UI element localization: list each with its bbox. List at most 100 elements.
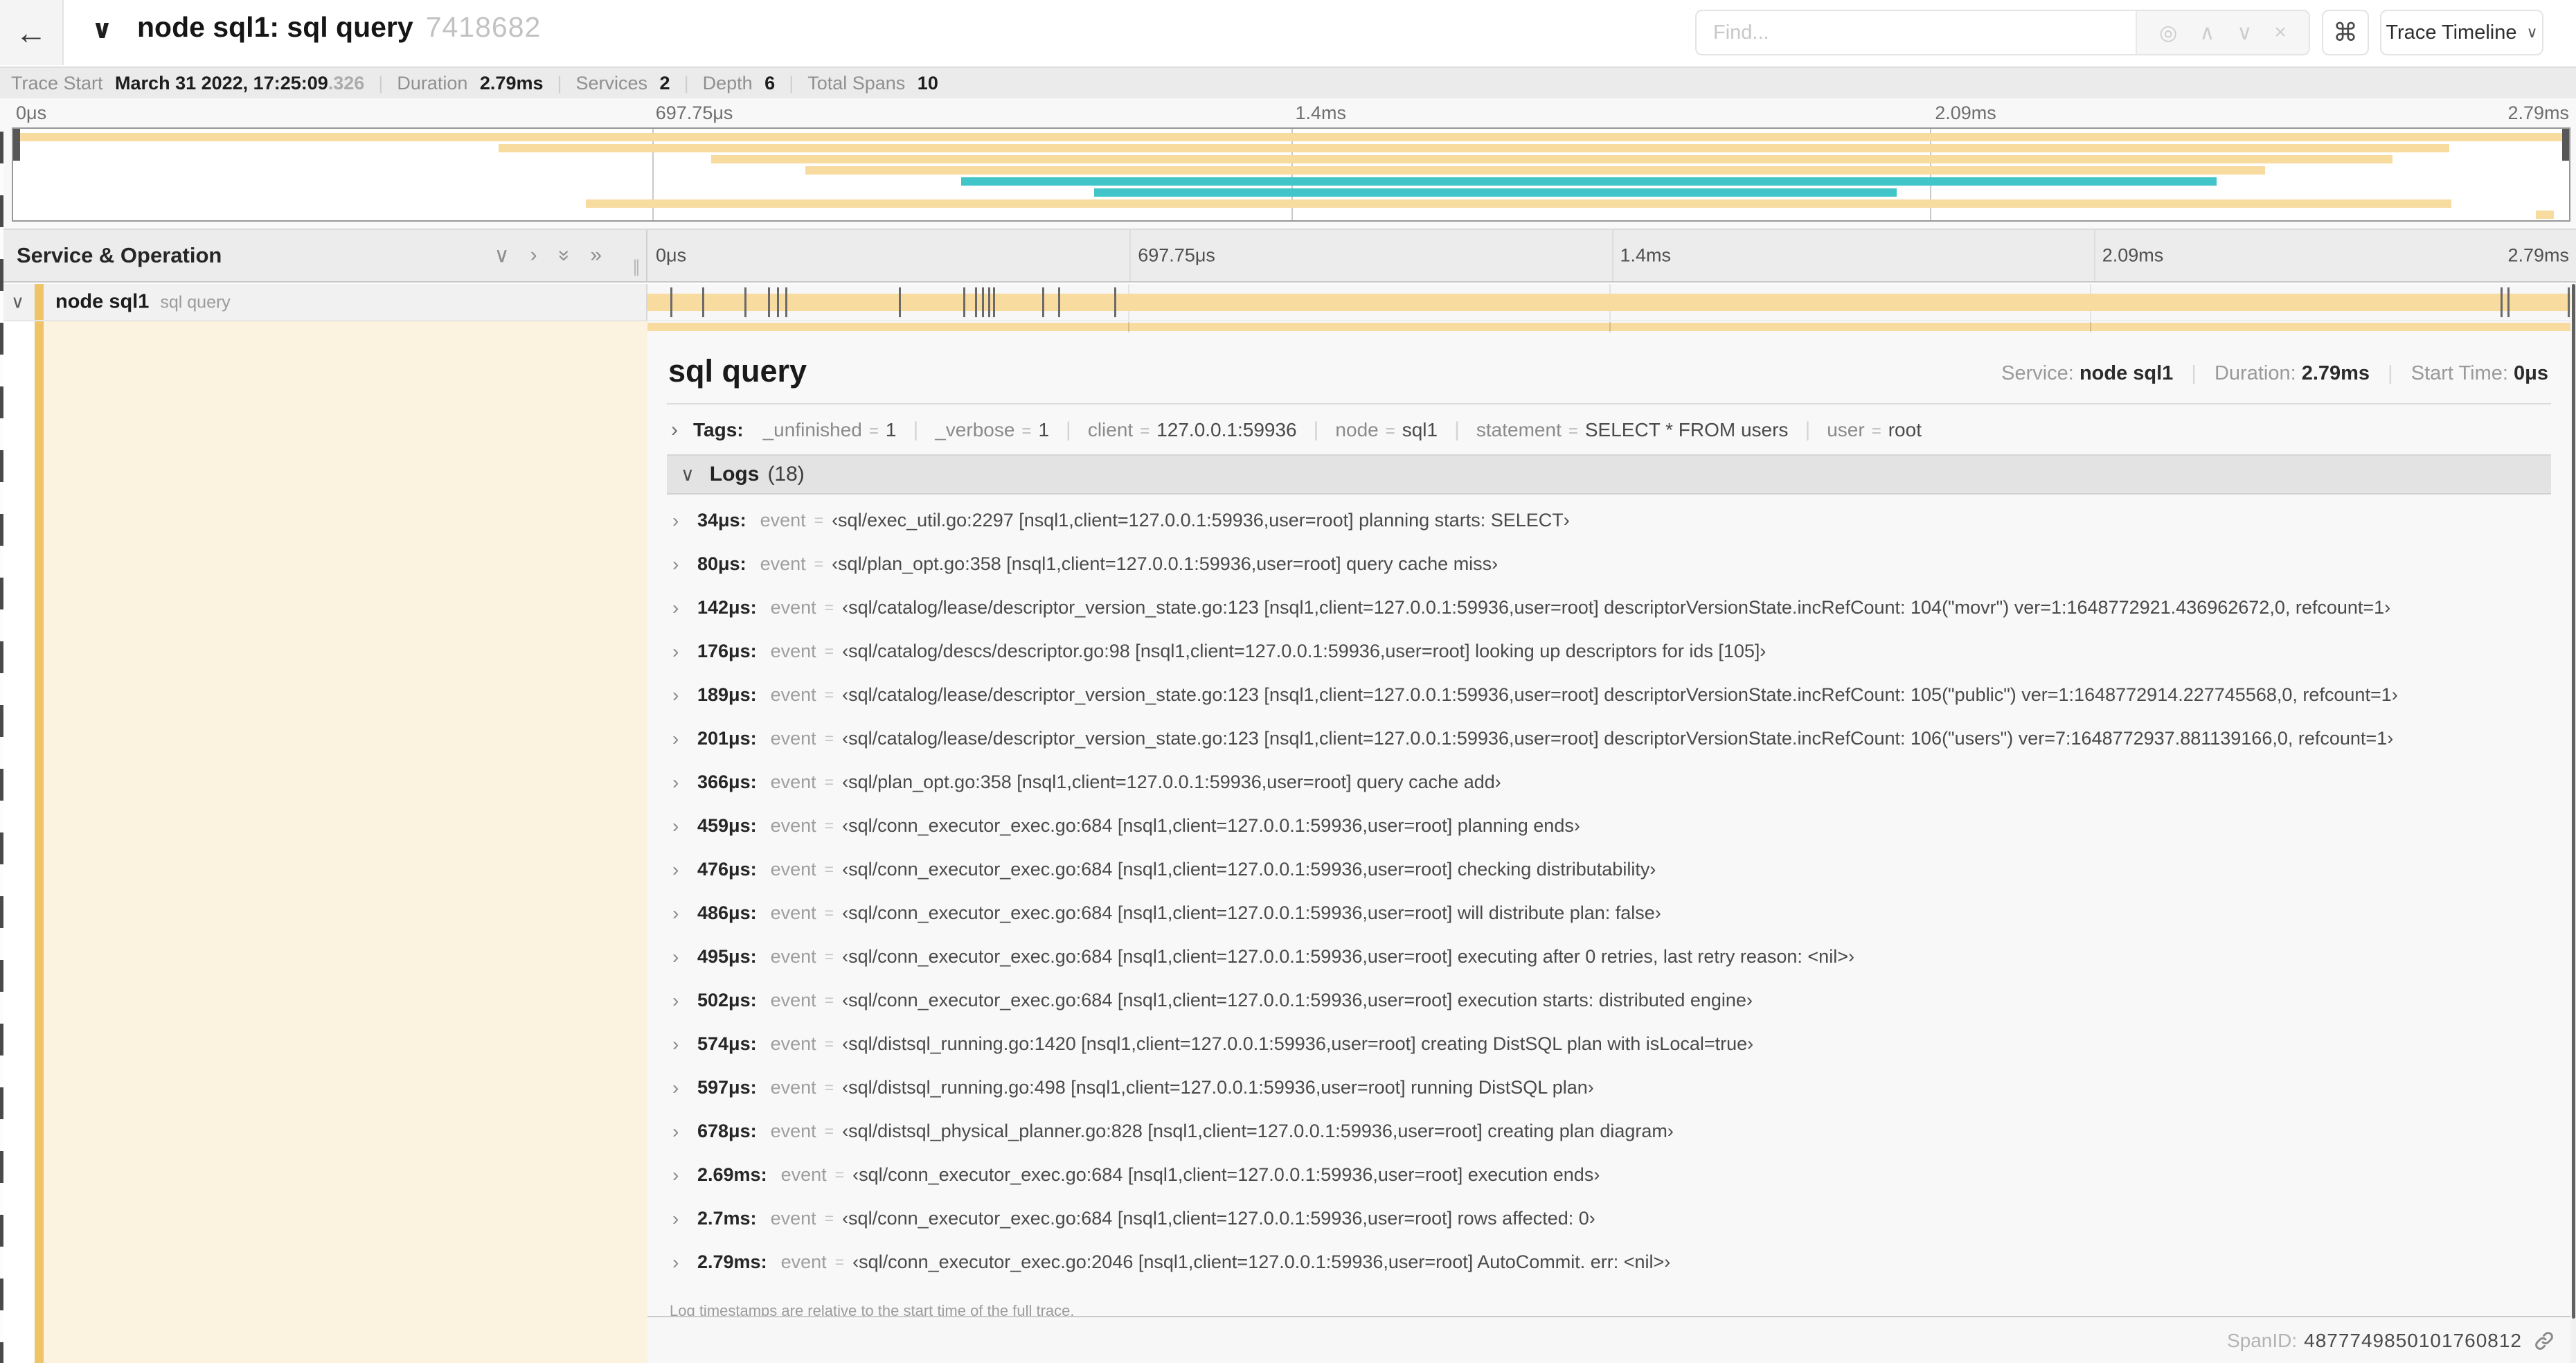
log-row[interactable]: › 366μs: event = ‹sql/plan_opt.go:358 [nsql1…: [667, 760, 2551, 804]
tag-item[interactable]: _verbose = 1: [935, 419, 1049, 440]
right-scrollbar[interactable]: [2570, 284, 2576, 1363]
double-chevron-down-icon[interactable]: »: [551, 250, 575, 262]
chevron-right-icon[interactable]: ›: [667, 1077, 697, 1099]
duration-label: Duration:: [2214, 362, 2296, 384]
tags-label: Tags:: [693, 419, 744, 440]
chevron-down-icon: ∨: [2526, 24, 2538, 41]
find-input[interactable]: [1697, 11, 2136, 54]
chevron-down-icon[interactable]: ∨: [494, 244, 510, 268]
logs-label: Logs: [709, 463, 760, 485]
axis-tick-label: 2.09ms: [1935, 103, 1996, 123]
tag-separator: |: [1805, 418, 1811, 441]
axis-tick-label: 697.75μs: [655, 103, 733, 123]
detail-area: sql query Service: node sql1 | Duration:…: [647, 321, 2570, 1363]
chevron-right-icon[interactable]: ›: [671, 418, 678, 442]
logs-count: (18): [767, 463, 805, 485]
link-icon[interactable]: [2533, 1330, 2555, 1352]
chevron-right-icon[interactable]: ›: [667, 641, 697, 663]
log-row[interactable]: › 502μs: event = ‹sql/conn_executor_exec.go:…: [667, 979, 2551, 1022]
log-row[interactable]: › 459μs: event = ‹sql/conn_executor_exec.go:…: [667, 804, 2551, 848]
chevron-down-icon[interactable]: ∨: [2237, 21, 2252, 45]
chevron-right-icon[interactable]: ›: [667, 553, 697, 576]
tag-item[interactable]: statement = SELECT * FROM users: [1476, 419, 1789, 440]
trace-view-selector[interactable]: Trace Timeline ∨: [2380, 10, 2543, 55]
tags-row[interactable]: › Tags: _unfinished = 1 | _verbose = 1 | client =…: [667, 404, 2551, 454]
minimap-span-bar: [13, 133, 2569, 141]
chevron-up-icon[interactable]: ∧: [2199, 21, 2215, 45]
keyboard-shortcuts-button[interactable]: ⌘: [2322, 10, 2369, 55]
close-icon[interactable]: ×: [2274, 21, 2287, 44]
right-scrollbar-thumb[interactable]: [2572, 284, 2575, 1319]
tag-item[interactable]: node = sql1: [1335, 419, 1438, 440]
chevron-right-icon[interactable]: ›: [667, 597, 697, 619]
double-chevron-right-icon[interactable]: »: [590, 244, 602, 268]
trace-view-label: Trace Timeline: [2386, 21, 2517, 44]
chevron-right-icon[interactable]: ›: [667, 1251, 697, 1274]
column-resizer[interactable]: ∥: [632, 257, 641, 277]
chevron-right-icon[interactable]: ›: [667, 815, 697, 837]
trace-info-item: Depth 6: [702, 72, 776, 93]
span-bar-area[interactable]: [647, 284, 2570, 321]
log-marker-tick: [670, 287, 672, 317]
duration-value: 2.79ms: [2301, 362, 2370, 384]
minimap-span-bar: [961, 177, 2217, 186]
back-button[interactable]: ←: [0, 0, 64, 65]
chevron-right-icon[interactable]: ›: [667, 728, 697, 750]
log-row[interactable]: › 201μs: event = ‹sql/catalog/lease/descript…: [667, 717, 2551, 760]
log-row[interactable]: › 80μs: event = ‹sql/plan_opt.go:358 [nsql1,…: [667, 542, 2551, 586]
info-separator: |: [789, 72, 794, 93]
tag-item[interactable]: _unfinished = 1: [763, 419, 897, 440]
trace-id-badge: 7418682: [425, 11, 542, 43]
log-row[interactable]: › 486μs: event = ‹sql/conn_executor_exec.go:…: [667, 891, 2551, 935]
log-marker-tick: [974, 287, 977, 317]
minimap-right-scrubber[interactable]: [2562, 129, 2569, 161]
log-row[interactable]: › 678μs: event = ‹sql/distsql_physical_plann…: [667, 1110, 2551, 1153]
chevron-right-icon[interactable]: ›: [667, 902, 697, 925]
log-row[interactable]: › 2.79ms: event = ‹sql/conn_executor_exec.go…: [667, 1240, 2551, 1284]
span-bar[interactable]: [647, 294, 2570, 311]
service-value: node sql1: [2079, 362, 2174, 384]
minimap-canvas[interactable]: [12, 127, 2570, 222]
service-operation-label: Service & Operation: [17, 243, 222, 267]
tag-item[interactable]: user = root: [1827, 419, 1922, 440]
log-row[interactable]: › 597μs: event = ‹sql/distsql_running.go:498…: [667, 1066, 2551, 1110]
chevron-down-icon[interactable]: ∨: [11, 292, 24, 313]
chevron-right-icon[interactable]: ›: [667, 1164, 697, 1186]
tag-item[interactable]: client = 127.0.0.1:59936: [1088, 419, 1297, 440]
chevron-right-icon[interactable]: ›: [667, 684, 697, 706]
log-row[interactable]: › 2.69ms: event = ‹sql/conn_executor_exec.go…: [667, 1153, 2551, 1197]
timeline-axis-labels: 0μs 697.75μs 1.4ms 2.09ms 2.79ms: [647, 230, 2576, 281]
axis-tick-label: 2.79ms: [2507, 103, 2569, 123]
logs-header[interactable]: ∨ Logs (18): [667, 454, 2551, 495]
chevron-down-icon[interactable]: ∨: [91, 14, 113, 45]
minimap-left-scrubber[interactable]: [13, 129, 20, 161]
log-marker-tick: [992, 287, 995, 317]
chevron-right-icon[interactable]: ›: [667, 1033, 697, 1055]
span-name-cell[interactable]: ∨ node sql1 sql query: [0, 284, 647, 321]
log-row[interactable]: › 476μs: event = ‹sql/conn_executor_exec.go:…: [667, 848, 2551, 891]
chevron-right-icon[interactable]: ›: [667, 1208, 697, 1230]
log-marker-tick: [1058, 287, 1061, 317]
log-row[interactable]: › 189μs: event = ‹sql/catalog/lease/descript…: [667, 673, 2551, 717]
log-row[interactable]: › 495μs: event = ‹sql/conn_executor_exec.go:…: [667, 935, 2551, 979]
log-row[interactable]: › 142μs: event = ‹sql/catalog/lease/descript…: [667, 586, 2551, 630]
collapse-controls: ∨ › » »: [494, 244, 602, 268]
chevron-right-icon[interactable]: ›: [530, 244, 537, 268]
chevron-right-icon[interactable]: ›: [667, 990, 697, 1012]
locate-icon[interactable]: ◎: [2159, 21, 2177, 45]
log-row[interactable]: › 2.7ms: event = ‹sql/conn_executor_exec.go:…: [667, 1197, 2551, 1240]
left-edge-scrollbar[interactable]: [0, 132, 3, 1363]
chevron-right-icon[interactable]: ›: [667, 859, 697, 881]
info-separator: |: [557, 72, 562, 93]
chevron-right-icon[interactable]: ›: [667, 1121, 697, 1143]
trace-info-item: Services 2: [575, 72, 670, 93]
log-row[interactable]: › 176μs: event = ‹sql/catalog/descs/descript…: [667, 630, 2551, 673]
chevron-right-icon[interactable]: ›: [667, 772, 697, 794]
chevron-right-icon[interactable]: ›: [667, 510, 697, 532]
minimap-span-bar: [710, 155, 2393, 163]
log-row[interactable]: › 574μs: event = ‹sql/distsql_running.go:142…: [667, 1022, 2551, 1066]
chevron-right-icon[interactable]: ›: [667, 946, 697, 968]
log-marker-tick: [1042, 287, 1045, 317]
log-row[interactable]: › 34μs: event = ‹sql/exec_util.go:2297 [nsql…: [667, 499, 2551, 542]
chevron-down-icon[interactable]: ∨: [681, 464, 695, 485]
